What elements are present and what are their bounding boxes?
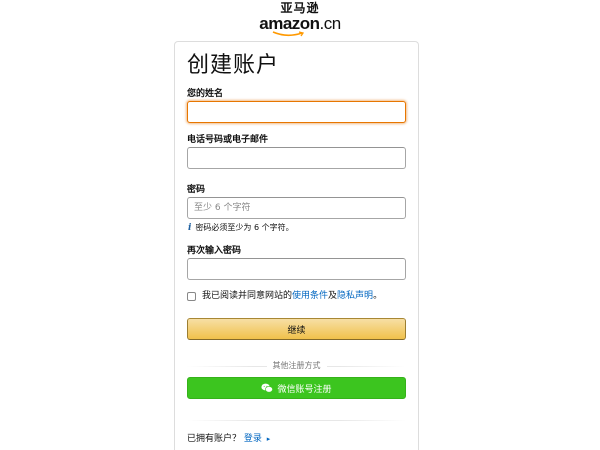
smile-arrow-icon [272,31,305,37]
agree-terms-row: 我已阅读并同意网站的 使用条件 及 隐私声明 。 [187,290,382,302]
confirm-password-input[interactable] [187,258,406,280]
phone-or-email-input[interactable] [187,147,406,169]
privacy-notice-link[interactable]: 隐私声明 [337,290,373,302]
continue-button-label: 继续 [287,325,306,336]
other-methods-divider: 其他注册方式 [187,360,406,372]
terms-of-use-link[interactable]: 使用条件 [292,290,328,302]
contact-label: 电话号码或电子邮件 [187,135,269,145]
amazon-cn-logo[interactable]: 亚马逊 amazon.cn [250,2,350,37]
wechat-register-button[interactable]: 微信账号注册 [187,377,406,399]
agree-suffix-text: 。 [373,291,383,301]
other-methods-text: 其他注册方式 [266,360,327,372]
create-account-card: 创建账户 您的姓名 电话号码或电子邮件 密码 i 密码必须至少为 6 个字符。 … [174,41,419,450]
have-account-text: 已拥有账户？ [187,434,242,444]
logo-suffix: .cn [319,14,342,33]
caret-right-icon: ▸ [266,435,271,443]
info-icon: i [188,223,192,233]
name-input[interactable] [187,101,406,123]
agree-and-text: 及 [328,291,338,301]
bottom-divider [187,420,406,421]
agree-prefix-text: 我已阅读并同意网站的 [202,291,293,301]
confirm-password-label: 再次输入密码 [187,246,242,256]
page-title: 创建账户 [187,53,280,78]
password-input[interactable] [187,197,406,219]
password-hint: i 密码必须至少为 6 个字符。 [188,222,294,234]
signin-link[interactable]: 登录 [244,434,262,444]
password-label: 密码 [187,185,206,195]
agree-checkbox[interactable] [187,291,196,301]
wechat-icon [261,383,274,393]
name-label: 您的姓名 [187,89,224,99]
wechat-button-label: 微信账号注册 [277,384,332,395]
password-hint-text: 密码必须至少为 6 个字符。 [195,223,294,232]
continue-button[interactable]: 继续 [187,318,406,340]
signin-row: 已拥有账户？ 登录 ▸ [187,433,270,445]
logo-english-text: amazon.cn [250,15,350,32]
page: 亚马逊 amazon.cn 创建账户 您的姓名 电话号码或电子邮件 密码 i 密… [0,0,600,450]
